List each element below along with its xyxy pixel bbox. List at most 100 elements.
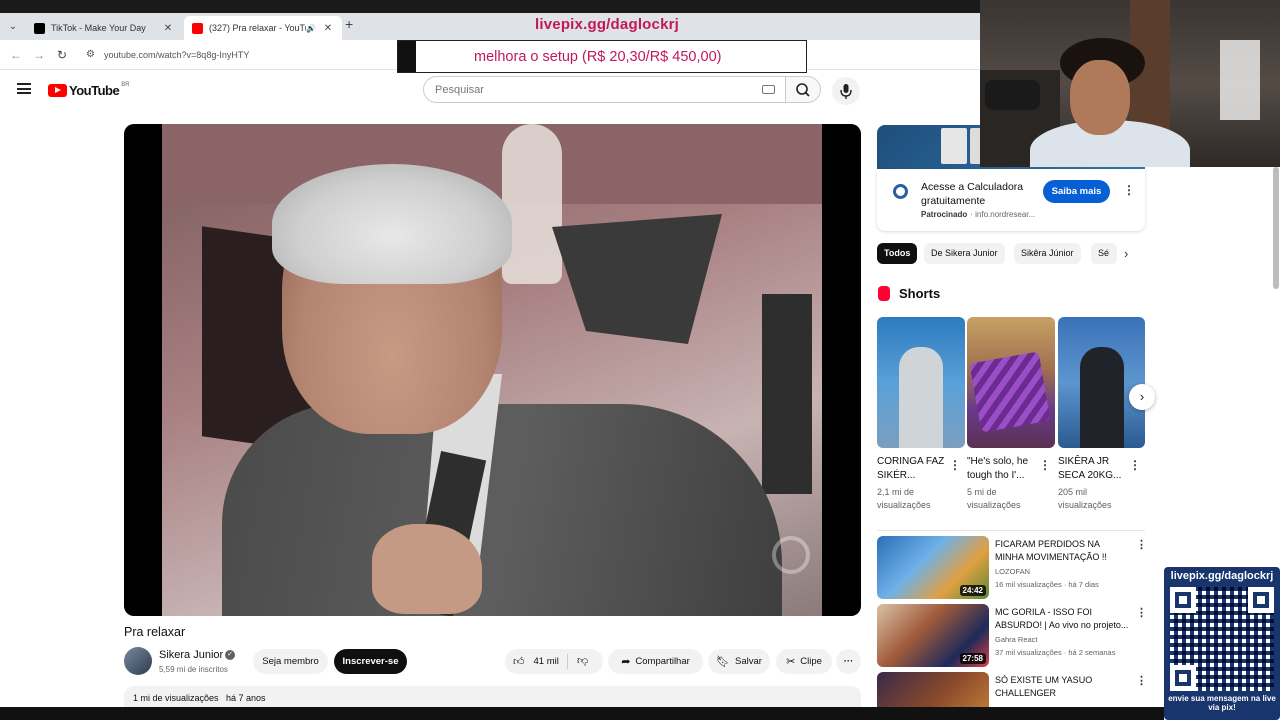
search-input[interactable]: Pesquisar [423, 76, 785, 103]
join-button[interactable]: Seja membro [253, 649, 328, 674]
tab-tiktok[interactable]: TikTok - Make Your Day ✕ [26, 16, 182, 40]
video-player[interactable] [124, 124, 861, 616]
share-icon: ➦ [621, 656, 631, 668]
chip-channel[interactable]: De Sikera Junior [924, 243, 1005, 264]
presenter-suit [222, 404, 782, 616]
view-count: 1 mi de visualizações [133, 693, 219, 703]
speaker-icon[interactable]: 🔊 [306, 24, 316, 33]
chip-topic[interactable]: Sikêra Júnior [1014, 243, 1081, 264]
ad-sponsored-line: Patrocinado · info.nordresear... [921, 210, 1035, 219]
search-button[interactable] [785, 76, 821, 103]
short-thumbnail[interactable] [967, 317, 1055, 448]
short-thumbnail[interactable] [877, 317, 965, 448]
scissors-icon: ✂ [786, 656, 796, 668]
channel-name[interactable]: Gahra React [995, 635, 1038, 644]
ad-poster [941, 128, 967, 164]
more-vert-icon[interactable]: ⋮ [1136, 606, 1147, 619]
qr-caption: envie sua mensagem na live via pix! [1168, 694, 1276, 712]
video-thumbnail[interactable]: 27:58 [877, 604, 989, 667]
qr-finder [1170, 587, 1196, 613]
webcam-overlay [980, 0, 1280, 167]
chevron-right-icon[interactable]: › [1124, 246, 1128, 261]
video-title[interactable]: SÓ EXISTE UM YASUO CHALLENGER [995, 674, 1130, 700]
channel-avatar[interactable] [124, 647, 152, 675]
ad-title[interactable]: Acesse a Calculadora gratuitamente [921, 180, 1041, 208]
clip-label: Clipe [800, 656, 822, 667]
qr-url: livepix.gg/daglockrj [1170, 570, 1274, 582]
thumbs-down-icon[interactable]: 👎︎ [577, 654, 588, 667]
video-thumbnail[interactable]: 24:42 [877, 536, 989, 599]
list-item[interactable]: 27:58 MC GORILA - ISSO FOI ABSURDO! | Ao… [877, 604, 1147, 668]
donation-text: melhora o setup (R$ 20,30/R$ 450,00) [474, 49, 722, 65]
short-weapon [969, 351, 1051, 433]
subscriber-count: 5,59 mi de inscritos [159, 665, 228, 674]
shorts-title: Shorts [899, 286, 941, 301]
youtube-header: YouTube BR Pesquisar [0, 72, 980, 108]
short-title: "He's solo, he tough tho I'... [967, 456, 1029, 481]
share-button[interactable]: ➦ Compartilhar [608, 649, 703, 674]
chevron-right-icon[interactable]: › [1129, 384, 1155, 410]
clip-button[interactable]: ✂ Clipe [776, 649, 832, 674]
channel-name[interactable]: Sikera Junior [159, 649, 223, 661]
keyboard-icon[interactable] [762, 85, 775, 94]
tab-title: TikTok - Make Your Day [51, 23, 146, 33]
like-count: 41 mil [533, 656, 559, 667]
url-field[interactable]: youtube.com/watch?v=8q8g-InyHTY [104, 50, 249, 60]
scrollbar-thumb[interactable] [1273, 167, 1279, 289]
search-placeholder: Pesquisar [435, 84, 484, 96]
close-icon[interactable]: ✕ [162, 23, 174, 34]
shorts-header: Shorts [878, 286, 940, 301]
short-item[interactable]: "He's solo, he tough tho I'... 5 mi de v… [967, 455, 1045, 512]
country-code: BR [121, 81, 130, 88]
short-item[interactable]: CORINGA FAZ SIKÉR... 2,1 mi de visualiza… [877, 455, 955, 512]
forward-icon[interactable]: → [33, 48, 45, 62]
ad-card[interactable]: Acesse a Calculadora gratuitamente Patro… [877, 169, 1145, 231]
more-vert-icon[interactable]: ⋮ [1039, 458, 1051, 472]
like-button[interactable]: 👍︎ 41 mil 👎︎ [505, 649, 603, 674]
chip-topic-2[interactable]: Sé [1091, 243, 1117, 264]
voice-search-button[interactable] [832, 77, 860, 105]
list-item[interactable]: 24:42 FICARAM PERDIDOS NA MINHA MOVIMENT… [877, 536, 1147, 600]
short-item[interactable]: SIKÊRA JR SECA 20KG... 205 mil visualiza… [1058, 455, 1136, 512]
video-stats: 37 mil visualizações · há 2 semanas [995, 648, 1116, 657]
ad-domain: · info.nordresear... [970, 210, 1036, 219]
channel-name[interactable]: LOZOFAN [995, 567, 1030, 576]
channel-watermark [772, 536, 810, 574]
save-button[interactable]: 🔖︎ Salvar [708, 649, 770, 674]
short-person [1080, 347, 1124, 448]
site-info-icon[interactable]: ⚙ [86, 49, 95, 60]
subscribe-button[interactable]: Inscrever-se [334, 649, 407, 674]
tab-title: (327) Pra relaxar - YouTube [209, 23, 306, 33]
reload-icon[interactable]: ↻ [57, 48, 67, 62]
more-vert-icon[interactable]: ⋮ [1136, 538, 1147, 551]
more-vert-icon[interactable]: ⋮ [1136, 674, 1147, 687]
tab-search-button[interactable]: ⌄ [4, 18, 22, 36]
share-label: Compartilhar [635, 656, 690, 667]
video-title[interactable]: FICARAM PERDIDOS NA MINHA MOVIMENTAÇÃO !… [995, 538, 1130, 564]
save-label: Salvar [735, 656, 762, 667]
youtube-logo[interactable]: YouTube BR [48, 81, 130, 98]
video-duration: 27:58 [959, 653, 986, 664]
close-icon[interactable]: ✕ [322, 23, 334, 34]
learn-more-button[interactable]: Saiba mais [1043, 180, 1110, 203]
advertiser-logo-icon [893, 184, 908, 199]
screen: ⌄ TikTok - Make Your Day ✕ (327) Pra rel… [0, 0, 1280, 720]
more-vert-icon[interactable]: ⋮ [1123, 183, 1135, 197]
more-vert-icon[interactable]: ⋮ [1129, 458, 1141, 472]
video-title: Pra relaxar [124, 625, 186, 639]
youtube-icon [192, 22, 203, 34]
back-icon[interactable]: ← [10, 48, 22, 62]
short-views: 205 mil visualizações [1058, 487, 1112, 510]
more-actions-button[interactable]: ··· [836, 649, 861, 674]
more-vert-icon[interactable]: ⋮ [949, 458, 961, 472]
youtube-play-icon [48, 84, 67, 97]
chip-all[interactable]: Todos [877, 243, 918, 264]
menu-icon[interactable] [17, 83, 31, 94]
studio-camera [552, 214, 722, 344]
short-thumbnail[interactable] [1058, 317, 1145, 448]
tab-youtube[interactable]: (327) Pra relaxar - YouTube 🔊 ✕ [184, 16, 342, 40]
video-stats: 16 mil visualizações · há 7 dias [995, 580, 1099, 589]
video-title[interactable]: MC GORILA - ISSO FOI ABSURDO! | Ao vivo … [995, 606, 1130, 632]
top-strip [0, 0, 980, 13]
new-tab-button[interactable]: + [345, 16, 353, 32]
